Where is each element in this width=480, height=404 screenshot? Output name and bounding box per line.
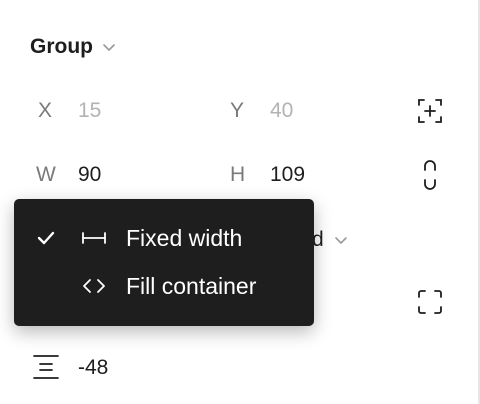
w-label: W [36, 163, 56, 186]
absolute-position-icon [418, 99, 442, 123]
link-proportions-icon [424, 160, 436, 190]
menu-item-fixed-width[interactable]: Fixed width [14, 216, 314, 260]
layer-type-label: Group [30, 35, 93, 58]
vertical-spacing-icon [32, 353, 60, 381]
item-spacing-input[interactable]: -48 [78, 356, 108, 380]
checkmark-icon [37, 231, 55, 245]
y-label: Y [230, 99, 245, 122]
fill-container-icon [83, 279, 105, 293]
menu-item-label: Fixed width [126, 225, 243, 251]
height-resizing-dropdown[interactable]: d [312, 228, 348, 252]
layer-type-dropdown[interactable]: Group [30, 35, 116, 59]
x-input[interactable]: 15 [78, 99, 101, 123]
ignore-auto-layout-button[interactable] [416, 97, 444, 125]
frame-corners-icon [418, 290, 442, 314]
chevron-down-icon [103, 44, 115, 51]
fixed-width-icon [82, 232, 106, 244]
menu-item-fill-container[interactable]: Fill container [14, 264, 314, 308]
constrain-proportions-button[interactable] [418, 158, 442, 192]
h-input[interactable]: 109 [270, 163, 305, 187]
w-input[interactable]: 90 [78, 163, 101, 187]
x-label: X [38, 99, 53, 122]
menu-item-label: Fill container [126, 273, 257, 299]
y-input[interactable]: 40 [270, 99, 293, 123]
chevron-down-icon [334, 237, 347, 244]
width-resizing-menu: Fixed width Fill container [14, 199, 314, 326]
h-label: H [230, 163, 246, 186]
clip-content-button[interactable] [416, 288, 444, 316]
